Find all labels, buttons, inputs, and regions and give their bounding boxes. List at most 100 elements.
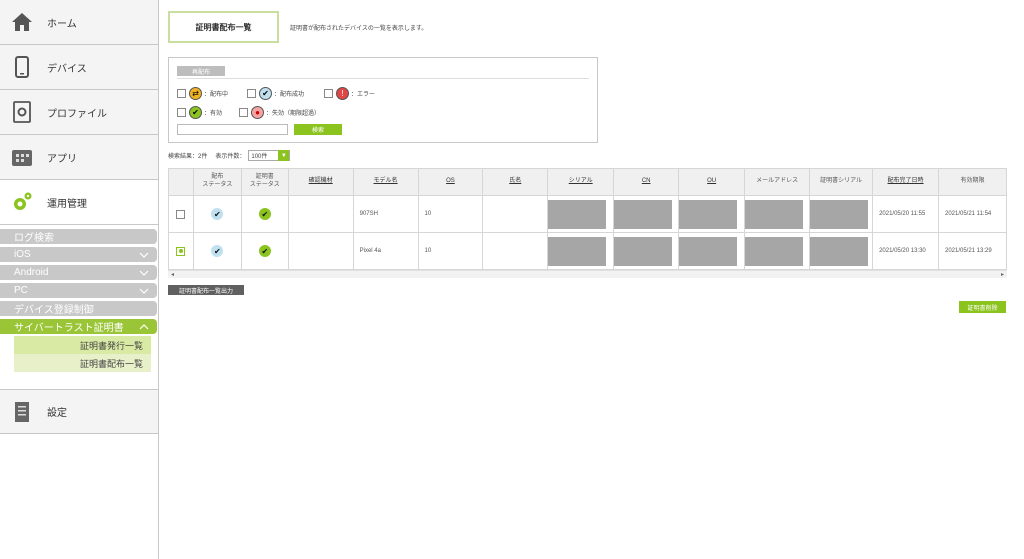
cn-cell bbox=[613, 232, 680, 270]
col-ou[interactable]: OU bbox=[678, 168, 746, 196]
page-description: 証明書が配布されたデバイスの一覧を表示します。 bbox=[290, 26, 428, 32]
smartphone-icon bbox=[11, 56, 33, 78]
redacted-block bbox=[679, 199, 738, 229]
check-blue-icon: ✔ bbox=[211, 208, 224, 220]
cert-serial-cell bbox=[809, 195, 874, 233]
nav-operations[interactable]: 運用管理 bbox=[0, 180, 158, 225]
col-model[interactable]: モデル名 bbox=[352, 168, 419, 196]
cert-status-cell: ✔ bbox=[240, 195, 289, 233]
ou-cell bbox=[678, 232, 746, 270]
filter-error[interactable]: ! ：エラー bbox=[324, 87, 375, 100]
nav-profile-label: プロファイル bbox=[47, 108, 107, 120]
export-button[interactable]: 証明書配布一覧出力 bbox=[168, 285, 244, 295]
chevron-down-icon bbox=[139, 286, 149, 296]
failed-label: ：失効（期限超過） bbox=[266, 111, 321, 117]
delete-cert-button[interactable]: 証明書削除 bbox=[959, 301, 1006, 313]
expire-cell: 2021/05/21 11:54 bbox=[937, 195, 1008, 233]
check-blue-icon: ✔ bbox=[259, 87, 272, 100]
nav-settings[interactable]: 設定 bbox=[0, 389, 158, 434]
nav-device[interactable]: デバイス bbox=[0, 45, 158, 90]
tab-cert-dist-list[interactable]: 証明書配布一覧 bbox=[168, 11, 279, 43]
scroll-right-icon[interactable]: ▸ bbox=[1001, 271, 1004, 278]
main-content: 証明書配布一覧 証明書が配布されたデバイスの一覧を表示します。 再配布 ⇄ ：配… bbox=[159, 0, 1024, 559]
filter-dist-success[interactable]: ✔ ：配布成功 bbox=[247, 87, 304, 100]
checkbox[interactable] bbox=[177, 89, 186, 98]
redacted-block bbox=[548, 236, 607, 266]
email-cell bbox=[744, 195, 811, 233]
sidebar-item-android[interactable]: Android bbox=[0, 265, 157, 280]
horizontal-scrollbar[interactable]: ◂ ▸ bbox=[168, 270, 1007, 278]
sidebar-item-ios[interactable]: iOS bbox=[0, 247, 157, 262]
sidebar-item-cert-dist-list[interactable]: 証明書配布一覧 bbox=[14, 354, 151, 372]
col-os[interactable]: OS bbox=[417, 168, 484, 196]
check-blue-icon: ✔ bbox=[211, 245, 224, 257]
checkbox[interactable] bbox=[239, 108, 248, 117]
redacted-block bbox=[679, 236, 738, 266]
col-cn[interactable]: CN bbox=[613, 168, 680, 196]
sidebar-item-log-search[interactable]: ログ検索 bbox=[0, 229, 157, 244]
home-icon bbox=[11, 11, 33, 33]
sidebar-item-cybertrust[interactable]: サイバートラスト証明書 bbox=[0, 319, 157, 334]
error-icon: ! bbox=[336, 87, 349, 100]
checkbox[interactable] bbox=[177, 108, 186, 117]
check-green-icon: ✔ bbox=[258, 208, 271, 220]
serial-cell bbox=[547, 232, 615, 270]
col-serial[interactable]: シリアル bbox=[547, 168, 615, 196]
search-input[interactable] bbox=[177, 124, 288, 135]
cert-dist-list-label: 証明書配布一覧 bbox=[79, 358, 143, 369]
table-header-row: 配布 ステータス 証明書 ステータス 確認機材 モデル名 OS 氏名 シリアル … bbox=[168, 168, 1008, 196]
scroll-left-icon[interactable]: ◂ bbox=[171, 271, 174, 278]
redacted-block bbox=[745, 199, 804, 229]
device-reg-label: デバイス登録制御 bbox=[14, 305, 94, 316]
device-check-cell bbox=[287, 232, 354, 270]
redacted-block bbox=[614, 199, 673, 229]
row-checkbox-cell[interactable] bbox=[168, 195, 194, 233]
col-cert-status: 証明書 ステータス bbox=[240, 168, 289, 196]
os-cell: 10 bbox=[417, 232, 484, 270]
col-cert-serial: 証明書シリアル bbox=[809, 168, 874, 196]
sidebar-item-device-registration[interactable]: デバイス登録制御 bbox=[0, 301, 157, 316]
search-button[interactable]: 検索 bbox=[294, 124, 342, 135]
gear-icon bbox=[11, 191, 33, 213]
dist-status-cell: ✔ bbox=[192, 232, 242, 270]
checkbox[interactable] bbox=[176, 209, 186, 219]
dist-done-cell: 2021/05/20 11:55 bbox=[872, 195, 939, 233]
filter-valid[interactable]: ✔ ：有効 bbox=[177, 106, 222, 119]
name-cell bbox=[482, 195, 549, 233]
device-check-cell bbox=[287, 195, 354, 233]
table-row[interactable]: ✔ ✔ Pixel 4a 10 2021/05/20 13:30 2021/05… bbox=[168, 232, 1008, 270]
nav-home-label: ホーム bbox=[47, 18, 77, 30]
android-label: Android bbox=[14, 267, 49, 278]
per-page-value: 100件 bbox=[251, 154, 268, 160]
cert-serial-cell bbox=[809, 232, 874, 270]
sidebar-item-pc[interactable]: PC bbox=[0, 283, 157, 298]
cert-issue-list-label: 証明書発行一覧 bbox=[79, 340, 143, 351]
check-green-icon: ✔ bbox=[258, 245, 271, 257]
cert-status-cell: ✔ bbox=[240, 232, 289, 270]
sidebar-item-cert-issue-list[interactable]: 証明書発行一覧 bbox=[14, 336, 151, 354]
email-cell bbox=[744, 232, 811, 270]
chevron-up-icon bbox=[139, 322, 149, 332]
log-search-label: ログ検索 bbox=[14, 233, 54, 244]
nav-app[interactable]: アプリ bbox=[0, 135, 158, 180]
filter-failed[interactable]: ● ：失効（期限超過） bbox=[239, 106, 320, 119]
chevron-down-icon bbox=[139, 250, 149, 260]
model-cell: Pixel 4a bbox=[352, 232, 419, 270]
filter-distributing[interactable]: ⇄ ：配布中 bbox=[177, 87, 228, 100]
selected-radio[interactable] bbox=[176, 246, 186, 256]
nav-profile[interactable]: プロファイル bbox=[0, 90, 158, 135]
col-dist-done[interactable]: 配布完了日時 bbox=[872, 168, 939, 196]
row-radio-cell[interactable] bbox=[168, 232, 194, 270]
col-device-check[interactable]: 確認機材 bbox=[287, 168, 354, 196]
col-name[interactable]: 氏名 bbox=[482, 168, 549, 196]
distributing-icon: ⇄ bbox=[189, 87, 202, 100]
checkbox[interactable] bbox=[324, 89, 333, 98]
per-page-label: 表示件数： bbox=[215, 154, 246, 160]
checkbox[interactable] bbox=[247, 89, 256, 98]
filter-panel: 再配布 ⇄ ：配布中 ✔ ：配布成功 ! ：エラー ✔ ：有効 ● ：失効（期限… bbox=[168, 57, 598, 143]
col-dist-status: 配布 ステータス bbox=[192, 168, 242, 196]
table-row[interactable]: ✔ ✔ 907SH 10 2021/05/20 11:55 2021/05/21… bbox=[168, 195, 1008, 233]
redistribute-tab[interactable]: 再配布 bbox=[177, 66, 225, 76]
per-page-select[interactable]: 100件 ▼ bbox=[248, 150, 291, 161]
nav-home[interactable]: ホーム bbox=[0, 0, 158, 45]
